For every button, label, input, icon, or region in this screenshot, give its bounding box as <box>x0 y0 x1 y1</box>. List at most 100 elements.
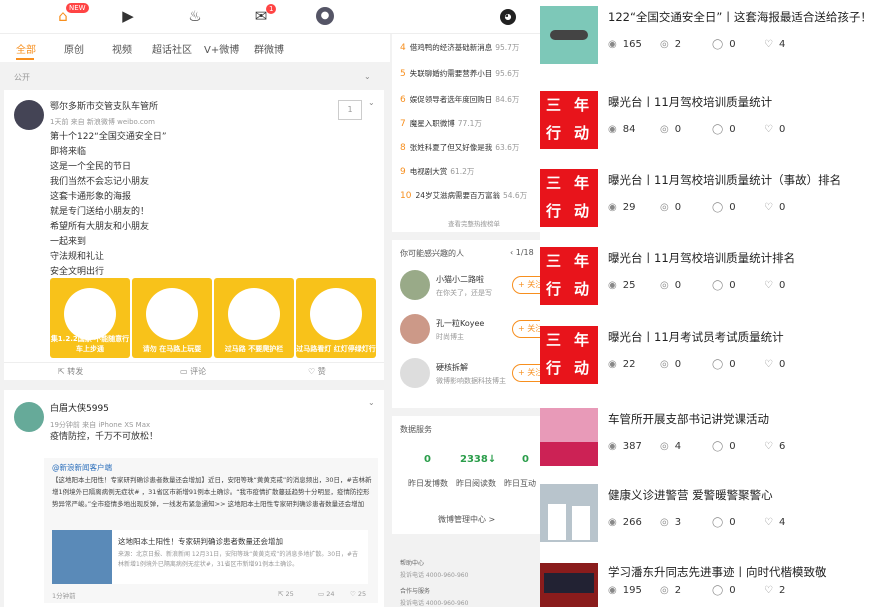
likes-stat[interactable]: ♡ 0 <box>764 124 816 135</box>
shares-stat[interactable]: ◎ 2 <box>660 585 712 596</box>
stat-label: 昨日发博数 <box>408 479 448 488</box>
likes-stat[interactable]: ♡ 2 <box>764 585 816 596</box>
tab-video[interactable]: 视频 <box>112 41 132 56</box>
shares-stat[interactable]: ◎ 0 <box>660 280 712 291</box>
article-title[interactable]: 健康义诊进警营 爱警暖警聚警心 <box>608 487 773 503</box>
avatar[interactable]: ● <box>316 7 334 25</box>
shares-stat[interactable]: ◎ 4 <box>660 441 712 452</box>
list-item[interactable]: 车管所开展支部书记讲党课活动 ◉ 387 ◎ 4 ◯ 0 ♡ 6 <box>540 402 880 480</box>
tab-super-topic[interactable]: 超话社区 <box>152 41 192 56</box>
like-button[interactable]: ♡ 赞 <box>308 366 326 377</box>
tab-all[interactable]: 全部 <box>16 41 36 56</box>
shares-stat[interactable]: ◎ 2 <box>660 39 712 50</box>
suggest-box: 你可能感兴趣的人 ‹ 1/18 小猫小二路啦 在你关了，还是写 + 关注 孔一粒Ko… <box>392 240 540 408</box>
comments-stat[interactable]: ◯ 0 <box>712 585 764 596</box>
likes-stat[interactable]: ♡ 4 <box>764 517 816 528</box>
hot-icon[interactable]: ♨ <box>184 6 206 26</box>
chevron-down-icon[interactable]: ⌄ <box>368 398 375 407</box>
avatar[interactable] <box>400 270 430 300</box>
link-card[interactable]: 这地阳本土阳性！专家研判确诊患者数量还会增加 来源：北京日报、新浪新闻 12月3… <box>52 530 368 584</box>
hot-item[interactable]: 5 失联聊婚约需要营养小目 95.6万 <box>400 68 519 79</box>
likes-stat[interactable]: ♡ 6 <box>764 441 816 452</box>
article-title[interactable]: 122“全国交通安全日”丨这套海报最适合送给孩子！ <box>608 9 872 25</box>
tab-original[interactable]: 原创 <box>64 41 84 56</box>
likes-stat[interactable]: ♡ 0 <box>764 202 816 213</box>
views-stat: ◉ 195 <box>608 585 660 596</box>
list-item[interactable]: 学习潘东升同志先进事迹丨向时代楷模致敬 ◉ 195 ◎ 2 ◯ 0 ♡ 2 <box>540 557 880 607</box>
app-icon[interactable]: ◕ <box>500 9 516 25</box>
poster-image[interactable]: 过马路看灯 红灯停绿灯行 <box>296 278 376 358</box>
shares-stat[interactable]: ◎ 0 <box>660 359 712 370</box>
hot-item[interactable]: 4 借鸡鸭的经济基础新消息 95.7万 <box>400 42 519 53</box>
repost-source[interactable]: @新浪新闻客户端 <box>52 462 112 473</box>
comments-stat[interactable]: ◯ 0 <box>712 280 764 291</box>
article-title[interactable]: 曝光台丨11月驾校培训质量统计排名 <box>608 250 795 266</box>
chevron-down-icon[interactable]: ⌄ <box>368 98 375 107</box>
view-icon: ◉ <box>608 359 617 370</box>
article-thumbnail <box>540 6 598 64</box>
avatar[interactable] <box>400 358 430 388</box>
cooperate-link[interactable]: 合作与服务 <box>400 586 430 595</box>
hot-item[interactable]: 8 张姓科夏了但又好像是我 63.6万 <box>400 142 519 153</box>
shares-stat[interactable]: ◎ 0 <box>660 202 712 213</box>
list-item[interactable]: 三年行动 曝光台丨11月驾校培训质量统计 ◉ 84 ◎ 0 ◯ 0 ♡ 0 <box>540 85 880 163</box>
article-stats: ◉ 22 ◎ 0 ◯ 0 ♡ 0 <box>608 359 816 370</box>
comments-stat[interactable]: ◯ 0 <box>712 359 764 370</box>
like-count[interactable]: ♡ 25 <box>350 590 366 598</box>
comments-stat[interactable]: ◯ 0 <box>712 441 764 452</box>
manage-center-link[interactable]: 微博管理中心 > <box>438 514 495 525</box>
article-title[interactable]: 曝光台丨11月考试员考试质量统计 <box>608 329 784 345</box>
tab-group[interactable]: 群微博 <box>254 41 284 56</box>
list-item[interactable]: 122“全国交通安全日”丨这套海报最适合送给孩子！ ◉ 165 ◎ 2 ◯ 0 ♡ 4 <box>540 0 880 78</box>
likes-stat[interactable]: ♡ 0 <box>764 359 816 370</box>
slogan-char: 行 <box>546 202 562 220</box>
tab-v-plus[interactable]: V+微博 <box>204 41 239 56</box>
poster-image[interactable]: 请勿 在马路上玩耍 <box>132 278 212 358</box>
comments-stat[interactable]: ◯ 0 <box>712 124 764 135</box>
likes-stat[interactable]: ♡ 0 <box>764 280 816 291</box>
list-item[interactable]: 三年行动 曝光台丨11月考试员考试质量统计 ◉ 22 ◎ 0 ◯ 0 ♡ 0 <box>540 320 880 398</box>
shares-stat[interactable]: ◎ 0 <box>660 124 712 135</box>
likes-stat[interactable]: ♡ 4 <box>764 39 816 50</box>
list-item[interactable]: 三年行动 曝光台丨11月驾校培训质量统计排名 ◉ 25 ◎ 0 ◯ 0 ♡ 0 <box>540 241 880 319</box>
feed-list: 公开 ⌄ 鄂尔多斯市交管支队车管所 1天前 来自 新浪微博 weibo.com … <box>0 64 386 607</box>
post-author[interactable]: 鄂尔多斯市交管支队车管所 <box>50 100 158 115</box>
article-title[interactable]: 曝光台丨11月驾校培训质量统计（事故）排名 <box>608 172 841 188</box>
comments-stat[interactable]: ◯ 0 <box>712 517 764 528</box>
avatar[interactable] <box>14 402 44 432</box>
hot-item[interactable]: 10 24岁艾滋病需要百万富翁 54.6万 <box>400 190 527 201</box>
chevron-down-icon[interactable]: ⌄ <box>364 72 371 81</box>
article-stats: ◉ 29 ◎ 0 ◯ 0 ♡ 0 <box>608 202 816 213</box>
post-author[interactable]: 白眉大侠5995 <box>50 402 109 417</box>
comments-stat[interactable]: ◯ 0 <box>712 39 764 50</box>
hot-more-link[interactable]: 查看完整热搜榜单 <box>448 218 500 228</box>
comment-count[interactable]: ▭ 24 <box>318 590 335 598</box>
follow-button[interactable]: + 关注 <box>512 320 540 338</box>
help-link[interactable]: 帮助中心 <box>400 558 424 567</box>
person-name: 孔一粒Koyee <box>436 319 485 328</box>
stat-value: 4 <box>778 517 786 528</box>
hot-item[interactable]: 7 魔星入职微博 77.1万 <box>400 118 482 129</box>
video-icon[interactable]: ▶ <box>117 6 139 26</box>
article-title[interactable]: 曝光台丨11月驾校培训质量统计 <box>608 94 772 110</box>
article-title[interactable]: 车管所开展支部书记讲党课活动 <box>608 411 769 427</box>
avatar[interactable] <box>14 100 44 130</box>
avatar[interactable] <box>400 314 430 344</box>
hot-item[interactable]: 6 娱促领导者选年度回购日 84.6万 <box>400 94 519 105</box>
follow-button[interactable]: + 关注 <box>512 364 540 382</box>
list-item[interactable]: 三年行动 曝光台丨11月驾校培训质量统计（事故）排名 ◉ 29 ◎ 0 ◯ 0 ♡ 0 <box>540 163 880 241</box>
shares-stat[interactable]: ◎ 3 <box>660 517 712 528</box>
list-item[interactable]: 健康义诊进警营 爱警暖警聚警心 ◉ 266 ◎ 3 ◯ 0 ♡ 4 <box>540 478 880 556</box>
repost-count[interactable]: ⇱ 25 <box>278 590 294 598</box>
suggest-pager[interactable]: ‹ 1/18 <box>510 248 534 257</box>
hot-item[interactable]: 9 电视剧大赏 61.2万 <box>400 166 474 177</box>
follow-button[interactable]: + 关注 <box>512 276 540 294</box>
poster-image[interactable]: 过马路 不要爬护栏 <box>214 278 294 358</box>
link-title: 这地阳本土阳性！专家研判确诊患者数量还会增加 <box>118 537 283 546</box>
stat-value: 4 <box>674 441 682 452</box>
comment-button[interactable]: ▭ 评论 <box>180 366 206 377</box>
comments-stat[interactable]: ◯ 0 <box>712 202 764 213</box>
repost-button[interactable]: ⇱ 转发 <box>58 366 83 377</box>
article-title[interactable]: 学习潘东升同志先进事迹丨向时代楷模致敬 <box>608 564 827 580</box>
poster-image[interactable]: 集1.2.2国家 不能随意行车上步通 <box>50 278 130 358</box>
